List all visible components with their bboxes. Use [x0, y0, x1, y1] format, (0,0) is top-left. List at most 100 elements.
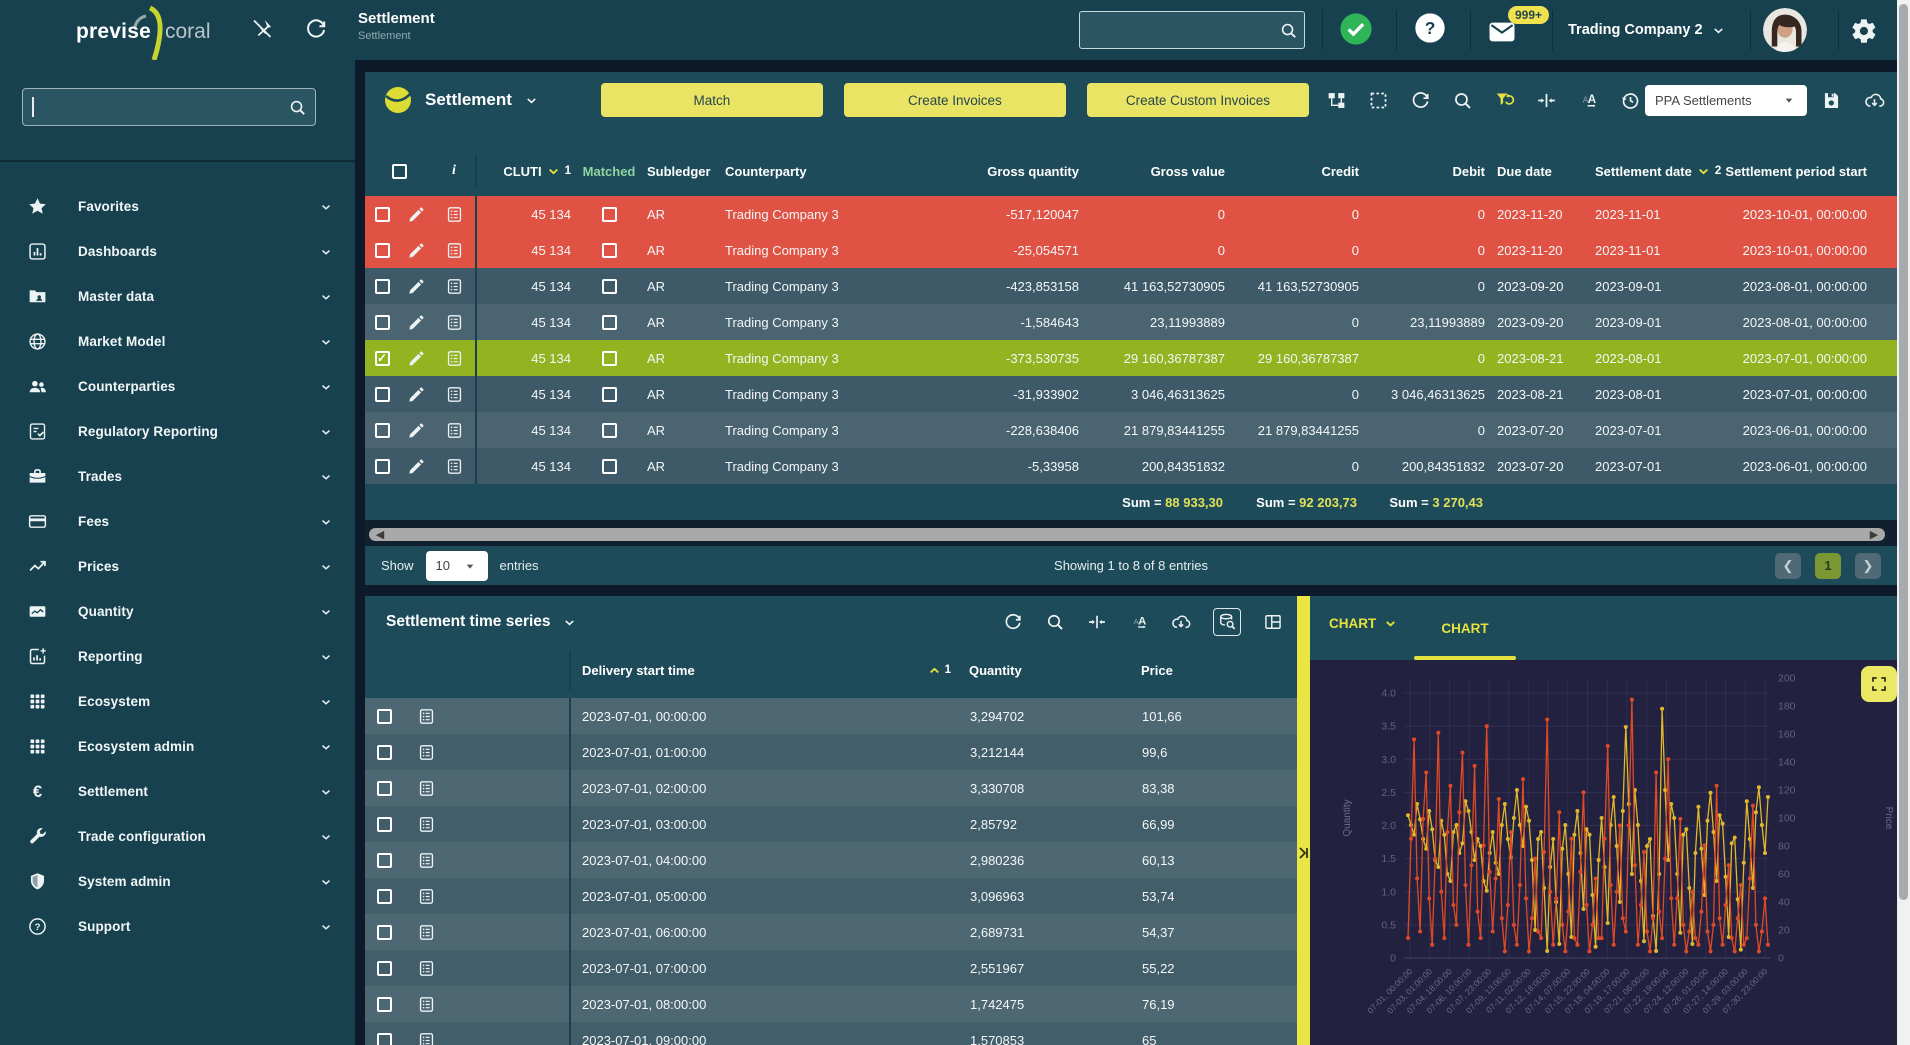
- column-header-time[interactable]: Delivery start time1: [571, 663, 963, 678]
- filter-restore-icon[interactable]: [1494, 90, 1515, 111]
- settlement-chart[interactable]: 07-01, 00:00:0007-03, 01:00:0007-04, 18:…: [1310, 660, 1897, 1045]
- details-icon[interactable]: [445, 277, 464, 296]
- timeseries-row[interactable]: 2023-07-01, 01:00:003,21214499,6: [365, 734, 1297, 770]
- edit-icon[interactable]: [405, 277, 427, 296]
- edit-icon[interactable]: [405, 313, 427, 332]
- details-icon[interactable]: [403, 923, 449, 942]
- column-header-settlement_date[interactable]: Settlement date2: [1589, 164, 1721, 179]
- sidebar-item-ecosystem-admin[interactable]: Ecosystem admin: [0, 724, 355, 769]
- edit-icon[interactable]: [405, 349, 427, 368]
- details-icon[interactable]: [445, 205, 464, 224]
- details-icon[interactable]: [403, 707, 449, 726]
- timeseries-row[interactable]: 2023-07-01, 03:00:002,8579266,99: [365, 806, 1297, 842]
- sidebar-item-settlement[interactable]: €Settlement: [0, 769, 355, 814]
- widget-title-dropdown[interactable]: Settlement: [383, 85, 539, 115]
- history-icon[interactable]: [1620, 90, 1641, 111]
- avatar[interactable]: [1763, 8, 1807, 52]
- matched-checkbox[interactable]: [602, 423, 617, 438]
- details-icon[interactable]: [445, 349, 464, 368]
- horizontal-scrollbar[interactable]: ◀ ▶: [369, 528, 1885, 541]
- edit-icon[interactable]: [405, 205, 427, 224]
- table-row[interactable]: ✓45 134ARTrading Company 3-373,53073529 …: [365, 340, 1897, 376]
- gear-icon[interactable]: [1850, 17, 1878, 45]
- row-checkbox[interactable]: [377, 1033, 392, 1045]
- row-checkbox[interactable]: [375, 459, 390, 474]
- column-header-due_date[interactable]: Due date: [1491, 164, 1589, 179]
- topbar-search[interactable]: [1079, 11, 1305, 49]
- table-row[interactable]: 45 134ARTrading Company 3-423,85315841 1…: [365, 268, 1897, 304]
- table-row[interactable]: 45 134ARTrading Company 3-1,58464323,119…: [365, 304, 1897, 340]
- sidebar-item-master-data[interactable]: Master data: [0, 274, 355, 319]
- sidebar-item-regulatory-reporting[interactable]: Regulatory Reporting: [0, 409, 355, 454]
- details-icon[interactable]: [403, 779, 449, 798]
- row-checkbox[interactable]: [377, 889, 392, 904]
- edit-icon[interactable]: [405, 421, 427, 440]
- column-header-counterparty[interactable]: Counterparty: [719, 164, 889, 179]
- row-checkbox[interactable]: [377, 997, 392, 1012]
- table-row[interactable]: 45 134ARTrading Company 3-228,63840621 8…: [365, 412, 1897, 448]
- sidebar-item-support[interactable]: ?Support: [0, 904, 355, 949]
- sidebar-item-fees[interactable]: Fees: [0, 499, 355, 544]
- column-header-credit[interactable]: Credit: [1231, 164, 1365, 179]
- row-checkbox[interactable]: [375, 315, 390, 330]
- marquee-icon[interactable]: [1368, 90, 1389, 111]
- row-checkbox[interactable]: [377, 853, 392, 868]
- next-page-button[interactable]: ❯: [1855, 553, 1881, 579]
- divider-handle-icon[interactable]: [1298, 846, 1309, 865]
- details-icon[interactable]: [403, 851, 449, 870]
- page-button[interactable]: 1: [1815, 553, 1841, 579]
- row-checkbox[interactable]: [377, 925, 392, 940]
- details-icon[interactable]: [403, 995, 449, 1014]
- details-icon[interactable]: [445, 457, 464, 476]
- font-size-icon[interactable]: AA: [1129, 612, 1149, 632]
- panel-resize-divider[interactable]: [1297, 596, 1310, 1045]
- timeseries-row[interactable]: 2023-07-01, 08:00:001,74247576,19: [365, 986, 1297, 1022]
- sidebar-item-market-model[interactable]: Market Model: [0, 319, 355, 364]
- timeseries-row[interactable]: 2023-07-01, 05:00:003,09696353,74: [365, 878, 1297, 914]
- details-icon[interactable]: [445, 313, 464, 332]
- edit-icon[interactable]: [405, 241, 427, 260]
- details-icon[interactable]: [445, 385, 464, 404]
- font-size-icon[interactable]: AA: [1578, 90, 1599, 111]
- timeseries-row[interactable]: 2023-07-01, 09:00:001,57085365: [365, 1022, 1297, 1045]
- refresh-icon[interactable]: [1410, 90, 1431, 111]
- select-all-checkbox[interactable]: [392, 164, 407, 179]
- details-icon[interactable]: [403, 815, 449, 834]
- layout-icon[interactable]: [1263, 612, 1283, 632]
- timeseries-row[interactable]: 2023-07-01, 00:00:003,294702101,66: [365, 698, 1297, 734]
- scroll-right-arrow[interactable]: ▶: [1865, 528, 1883, 541]
- matched-checkbox[interactable]: [602, 315, 617, 330]
- sidebar-search-input[interactable]: [34, 100, 289, 115]
- matched-checkbox[interactable]: [602, 279, 617, 294]
- refresh-icon[interactable]: [304, 17, 328, 41]
- edit-icon[interactable]: [405, 457, 427, 476]
- row-checkbox[interactable]: [375, 387, 390, 402]
- page-scrollbar-thumb[interactable]: [1899, 4, 1908, 900]
- cloud-download-icon[interactable]: [1864, 90, 1885, 111]
- row-checkbox[interactable]: [377, 709, 392, 724]
- create-custom-invoices-button[interactable]: Create Custom Invoices: [1087, 83, 1309, 117]
- edit-icon[interactable]: [405, 385, 427, 404]
- column-header-gross_value[interactable]: Gross value: [1085, 164, 1231, 179]
- matched-checkbox[interactable]: [602, 351, 617, 366]
- timeseries-row[interactable]: 2023-07-01, 04:00:002,98023660,13: [365, 842, 1297, 878]
- sidebar-item-dashboards[interactable]: Dashboards: [0, 229, 355, 274]
- sidebar-search[interactable]: [22, 88, 316, 126]
- sidebar-item-system-admin[interactable]: System admin: [0, 859, 355, 904]
- table-row[interactable]: 45 134ARTrading Company 3-517,1200470002…: [365, 196, 1897, 232]
- details-icon[interactable]: [403, 743, 449, 762]
- row-checkbox[interactable]: [377, 817, 392, 832]
- sidebar-item-favorites[interactable]: Favorites: [0, 184, 355, 229]
- row-checkbox[interactable]: [375, 207, 390, 222]
- create-invoices-button[interactable]: Create Invoices: [844, 83, 1066, 117]
- column-header-price[interactable]: Price: [1135, 663, 1297, 678]
- matched-checkbox[interactable]: [602, 459, 617, 474]
- collapse-icon[interactable]: [1087, 612, 1107, 632]
- fullscreen-icon[interactable]: [1861, 666, 1897, 702]
- scroll-left-arrow[interactable]: ◀: [371, 528, 389, 541]
- sidebar-item-counterparties[interactable]: Counterparties: [0, 364, 355, 409]
- details-icon[interactable]: [403, 959, 449, 978]
- save-icon[interactable]: [1821, 90, 1842, 111]
- db-search-icon[interactable]: [1213, 608, 1241, 636]
- column-header-cluti[interactable]: CLUTI1: [477, 164, 577, 179]
